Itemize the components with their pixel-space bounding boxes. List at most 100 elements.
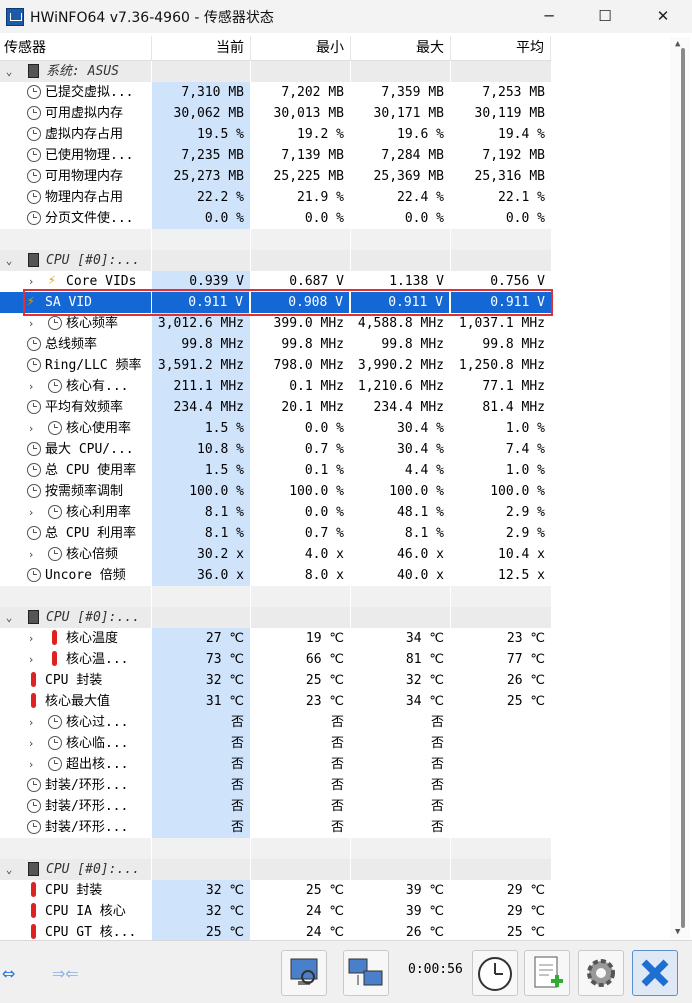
clock-icon bbox=[27, 778, 41, 792]
chevron-right-icon[interactable]: › bbox=[26, 271, 36, 292]
chevron-right-icon[interactable]: › bbox=[26, 754, 36, 775]
sensor-row[interactable]: 按需频率调制 100.0 % 100.0 % 100.0 % 100.0 % bbox=[0, 481, 551, 502]
sensor-row[interactable]: 最大 CPU/... 10.8 % 0.7 % 30.4 % 7.4 % bbox=[0, 439, 551, 460]
scroll-up-icon[interactable]: ▲ bbox=[675, 39, 680, 49]
sensor-group-row[interactable]: ⌄ 系统: ASUS bbox=[0, 61, 551, 82]
chevron-right-icon[interactable]: › bbox=[26, 649, 36, 670]
chevron-right-icon[interactable]: › bbox=[26, 313, 36, 334]
header-min[interactable]: 最小 bbox=[251, 36, 351, 60]
chevron-right-icon[interactable]: › bbox=[26, 544, 36, 565]
max-value: 否 bbox=[430, 778, 444, 793]
sensor-row[interactable]: › 核心有... 211.1 MHz 0.1 MHz 1,210.6 MHz 77.1 M… bbox=[0, 376, 551, 397]
sensor-row[interactable]: Ring/LLC 频率 3,591.2 MHz 798.0 MHz 3,990.2 M… bbox=[0, 355, 551, 376]
max-value: 26 ℃ bbox=[405, 925, 444, 940]
scroll-down-icon[interactable]: ▼ bbox=[675, 927, 680, 937]
current-value: 32 ℃ bbox=[152, 901, 250, 922]
chevron-down-icon[interactable]: ⌄ bbox=[4, 250, 14, 271]
sensor-row[interactable]: › 核心倍频 30.2 x 4.0 x 46.0 x 10.4 x bbox=[0, 544, 551, 565]
network-button[interactable] bbox=[343, 950, 389, 996]
sensor-row[interactable]: › 核心临... 否 否 否 bbox=[0, 733, 551, 754]
sensor-label: 核心临... bbox=[66, 736, 129, 751]
min-value: 21.9 % bbox=[297, 190, 344, 205]
monitor-button[interactable] bbox=[281, 950, 327, 996]
max-value: 234.4 MHz bbox=[373, 400, 444, 415]
sensor-row[interactable]: Uncore 倍频 36.0 x 8.0 x 40.0 x 12.5 x bbox=[0, 565, 551, 586]
sensor-row[interactable]: 可用虚拟内存 30,062 MB 30,013 MB 30,171 MB 30,119 … bbox=[0, 103, 551, 124]
sensor-row[interactable]: 总 CPU 使用率 1.5 % 0.1 % 4.4 % 1.0 % bbox=[0, 460, 551, 481]
current-value: 25 ℃ bbox=[152, 922, 250, 940]
clock-icon bbox=[27, 211, 41, 225]
collapse-arrows-icon[interactable]: ⇒⇐ bbox=[52, 961, 79, 986]
scroll-thumb[interactable] bbox=[681, 48, 685, 928]
header-sensor[interactable]: 传感器 bbox=[0, 36, 152, 60]
chevron-right-icon[interactable]: › bbox=[26, 502, 36, 523]
sensor-row[interactable]: › ⚡ Core VIDs 0.939 V 0.687 V 1.138 V 0.756 V bbox=[0, 271, 551, 292]
chevron-down-icon[interactable]: ⌄ bbox=[4, 607, 14, 628]
chevron-down-icon[interactable]: ⌄ bbox=[4, 859, 14, 880]
maximize-button[interactable]: ☐ bbox=[582, 0, 628, 33]
min-value: 0.1 % bbox=[304, 463, 344, 478]
chevron-down-icon[interactable]: ⌄ bbox=[4, 61, 14, 82]
sensor-row[interactable]: 已提交虚拟... 7,310 MB 7,202 MB 7,359 MB 7,253 MB bbox=[0, 82, 551, 103]
min-value: 19.2 % bbox=[297, 127, 344, 142]
min-value: 否 bbox=[330, 736, 344, 751]
group-label: CPU [#0]:... bbox=[46, 862, 140, 877]
header-avg[interactable]: 平均 bbox=[451, 36, 551, 60]
clock-reset-button[interactable] bbox=[472, 950, 518, 996]
close-sensors-button[interactable] bbox=[632, 950, 678, 996]
current-value bbox=[152, 61, 250, 82]
header-max[interactable]: 最大 bbox=[351, 36, 451, 60]
sensor-row[interactable]: 封装/环形... 否 否 否 bbox=[0, 775, 551, 796]
close-button[interactable]: ✕ bbox=[640, 0, 686, 33]
vertical-scrollbar[interactable]: ▲ ▼ bbox=[670, 37, 690, 940]
sensor-row[interactable]: › 核心温... 73 ℃ 66 ℃ 81 ℃ 77 ℃ bbox=[0, 649, 551, 670]
sensor-row[interactable]: 封装/环形... 否 否 否 bbox=[0, 796, 551, 817]
sensor-row[interactable]: 分页文件使... 0.0 % 0.0 % 0.0 % 0.0 % bbox=[0, 208, 551, 229]
sensor-group-row[interactable]: ⌄ CPU [#0]:... bbox=[0, 250, 551, 271]
sensor-name-cell: CPU 封装 bbox=[0, 880, 151, 901]
sensor-row[interactable]: 封装/环形... 否 否 否 bbox=[0, 817, 551, 838]
sensor-group-row[interactable]: ⌄ CPU [#0]:... bbox=[0, 859, 551, 880]
sensor-label: 核心过... bbox=[66, 715, 129, 730]
settings-button[interactable] bbox=[578, 950, 624, 996]
sensor-row[interactable]: 核心最大值 31 ℃ 23 ℃ 34 ℃ 25 ℃ bbox=[0, 691, 551, 712]
chevron-right-icon[interactable]: › bbox=[26, 418, 36, 439]
current-value: 否 bbox=[152, 796, 250, 817]
sensor-row[interactable]: › 核心过... 否 否 否 bbox=[0, 712, 551, 733]
sensor-row[interactable]: CPU GT 核... 25 ℃ 24 ℃ 26 ℃ 25 ℃ bbox=[0, 922, 551, 940]
sensor-row[interactable]: › 核心温度 27 ℃ 19 ℃ 34 ℃ 23 ℃ bbox=[0, 628, 551, 649]
log-button[interactable] bbox=[524, 950, 570, 996]
sensor-row[interactable]: 平均有效频率 234.4 MHz 20.1 MHz 234.4 MHz 81.4 MHz bbox=[0, 397, 551, 418]
sensor-row[interactable]: CPU 封装 32 ℃ 25 ℃ 32 ℃ 26 ℃ bbox=[0, 670, 551, 691]
sensor-row[interactable]: › 核心利用率 8.1 % 0.0 % 48.1 % 2.9 % bbox=[0, 502, 551, 523]
sensor-row[interactable]: › 核心使用率 1.5 % 0.0 % 30.4 % 1.0 % bbox=[0, 418, 551, 439]
chevron-right-icon[interactable]: › bbox=[26, 628, 36, 649]
sensor-name-cell: › 核心过... bbox=[0, 712, 151, 733]
sensor-row[interactable]: CPU 封装 32 ℃ 25 ℃ 39 ℃ 29 ℃ bbox=[0, 880, 551, 901]
sensor-row[interactable]: › 超出核... 否 否 否 bbox=[0, 754, 551, 775]
sensor-row[interactable]: ⚡ SA VID 0.911 V 0.908 V 0.911 V 0.911 V bbox=[0, 292, 551, 313]
minimize-button[interactable]: ─ bbox=[526, 0, 572, 33]
sensor-row[interactable]: 总线频率 99.8 MHz 99.8 MHz 99.8 MHz 99.8 MHz bbox=[0, 334, 551, 355]
sensor-group-row[interactable]: ⌄ CPU [#0]:... bbox=[0, 607, 551, 628]
sensor-row[interactable]: 总 CPU 利用率 8.1 % 0.7 % 8.1 % 2.9 % bbox=[0, 523, 551, 544]
chevron-right-icon[interactable]: › bbox=[26, 733, 36, 754]
avg-value: 81.4 MHz bbox=[482, 400, 545, 415]
max-value: 30.4 % bbox=[397, 421, 444, 436]
chevron-right-icon[interactable]: › bbox=[26, 376, 36, 397]
sensor-row[interactable]: CPU IA 核心 32 ℃ 24 ℃ 39 ℃ 29 ℃ bbox=[0, 901, 551, 922]
current-value: 7,310 MB bbox=[152, 82, 250, 103]
current-value: 32 ℃ bbox=[152, 880, 250, 901]
header-current[interactable]: 当前 bbox=[152, 36, 251, 60]
sensor-row[interactable]: 物理内存占用 22.2 % 21.9 % 22.4 % 22.1 % bbox=[0, 187, 551, 208]
sensor-row[interactable]: 虚拟内存占用 19.5 % 19.2 % 19.6 % 19.4 % bbox=[0, 124, 551, 145]
sensor-row[interactable]: › 核心频率 3,012.6 MHz 399.0 MHz 4,588.8 MHz 1,03… bbox=[0, 313, 551, 334]
chevron-right-icon[interactable]: › bbox=[26, 712, 36, 733]
sensor-row[interactable]: 已使用物理... 7,235 MB 7,139 MB 7,284 MB 7,192 MB bbox=[0, 145, 551, 166]
avg-value: 99.8 MHz bbox=[482, 337, 545, 352]
sensor-label: 封装/环形... bbox=[45, 820, 129, 835]
avg-value: 1.0 % bbox=[505, 463, 545, 478]
min-value: 24 ℃ bbox=[305, 925, 344, 940]
expand-arrows-icon[interactable]: ⇔ bbox=[2, 961, 15, 986]
sensor-row[interactable]: 可用物理内存 25,273 MB 25,225 MB 25,369 MB 25,316 … bbox=[0, 166, 551, 187]
